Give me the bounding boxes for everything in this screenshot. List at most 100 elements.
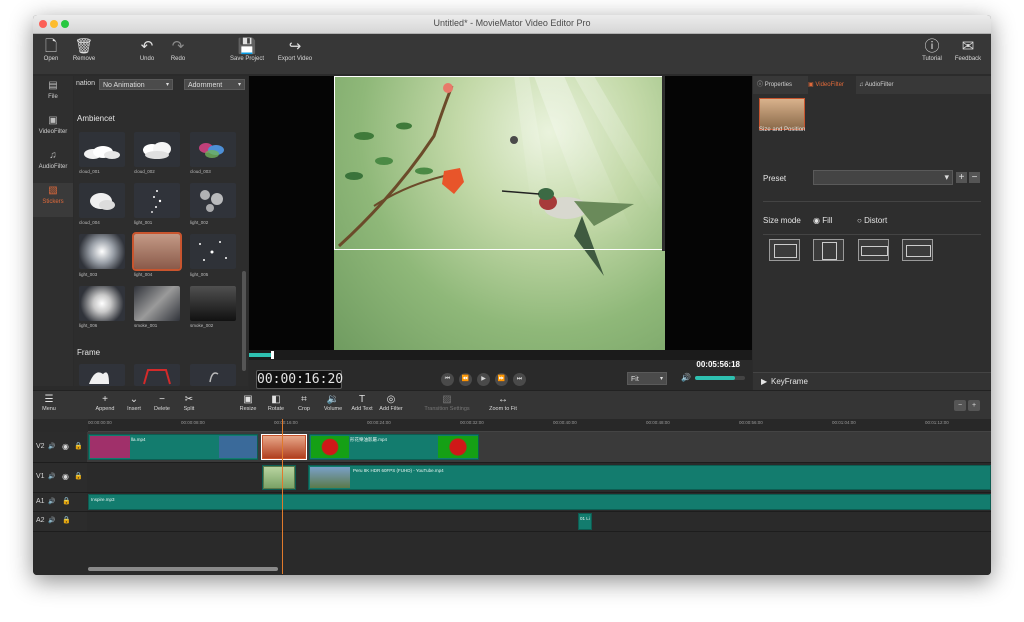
sticker-thumb[interactable] bbox=[134, 132, 180, 167]
zoom-select[interactable]: Fit ▾ bbox=[627, 372, 667, 385]
sticker-thumb[interactable] bbox=[79, 132, 125, 167]
tab-properties-audiofilter[interactable]: ♫ AudioFilter bbox=[859, 76, 909, 94]
sticker-thumb[interactable] bbox=[134, 183, 180, 218]
tab-videofilter[interactable]: ▣ VideoFilter bbox=[33, 113, 73, 147]
crop-button[interactable]: ⌗ Crop bbox=[295, 394, 313, 412]
category-select[interactable]: Adornment ▾ bbox=[184, 79, 245, 90]
fill-frame-button[interactable] bbox=[858, 239, 889, 261]
rotate-button[interactable]: ◧ Rotate bbox=[265, 394, 287, 412]
timeline-clip-selected[interactable] bbox=[261, 434, 307, 460]
timecode-field[interactable]: 00:00:16:20 bbox=[256, 370, 343, 389]
sticker-thumb[interactable] bbox=[190, 286, 236, 321]
timeline-clip[interactable]: 形花樂油影屬.mp4 bbox=[309, 434, 479, 460]
speaker-icon: 🔉 bbox=[326, 394, 340, 405]
open-button[interactable]: 🗋 Open bbox=[39, 38, 63, 62]
keyframe-bar[interactable]: ▶ KeyFrame bbox=[753, 372, 991, 391]
lock-icon[interactable]: 🔒 bbox=[74, 442, 83, 450]
append-button[interactable]: + Append bbox=[93, 394, 117, 412]
timeline-clip[interactable]: Peru 8K HDR 60FPS (FUHD) - YouTube.mp4 bbox=[308, 465, 991, 490]
add-text-button[interactable]: T Add Text bbox=[349, 394, 375, 412]
export-video-button[interactable]: ↪ Export Video bbox=[275, 38, 315, 62]
sticker-thumb[interactable] bbox=[134, 364, 180, 386]
lock-icon[interactable]: 🔒 bbox=[74, 472, 83, 480]
tab-audiofilter[interactable]: ♫ AudioFilter bbox=[33, 148, 73, 182]
speaker-icon[interactable]: 🔊 bbox=[48, 443, 55, 450]
add-filter-button[interactable]: ◎ Add Filter bbox=[377, 394, 405, 412]
lock-icon[interactable]: 🔒 bbox=[62, 516, 71, 524]
skip-start-button[interactable]: ⏮ bbox=[441, 373, 454, 386]
tab-properties-videofilter[interactable]: ▣ VideoFilter bbox=[808, 76, 856, 94]
timeline-ruler[interactable]: 00:00:00:00 00:00:08:00 00:00:16:00 00:0… bbox=[88, 419, 991, 432]
tutorial-button[interactable]: ⓘ Tutorial bbox=[917, 38, 947, 62]
tab-file[interactable]: ▤ File bbox=[33, 78, 73, 112]
music-note-icon: ♫ bbox=[859, 82, 864, 88]
sticker-thumb[interactable] bbox=[79, 183, 125, 218]
timeline-clip[interactable] bbox=[262, 465, 296, 490]
sticker-thumb[interactable] bbox=[79, 364, 125, 386]
add-preset-button[interactable]: + bbox=[956, 172, 967, 183]
zoom-to-fit-button[interactable]: ↔ Zoom to Fit bbox=[485, 394, 521, 412]
sticker-thumb[interactable] bbox=[190, 132, 236, 167]
split-button[interactable]: ✂ Split bbox=[179, 394, 199, 412]
tab-stickers[interactable]: ▧ Stickers bbox=[33, 183, 73, 217]
redo-label: Redo bbox=[170, 56, 186, 62]
eye-icon[interactable]: ◉ bbox=[62, 442, 69, 451]
undo-button[interactable]: ↶ Undo bbox=[135, 38, 159, 62]
distort-radio[interactable]: ○ Distort bbox=[857, 216, 887, 225]
tab-properties-videofilter-label: VideoFilter bbox=[815, 82, 844, 88]
preview-progress-handle[interactable] bbox=[271, 351, 274, 359]
sticker-thumb[interactable] bbox=[190, 234, 236, 269]
rewind-button[interactable]: ⏪ bbox=[459, 373, 472, 386]
insert-button[interactable]: ⌄ Insert bbox=[123, 394, 145, 412]
timeline-clip[interactable]: lla.mp4 bbox=[88, 434, 258, 460]
zoom-in-button[interactable]: + bbox=[968, 400, 980, 411]
playhead[interactable] bbox=[282, 419, 283, 574]
timeline-scrollbar[interactable] bbox=[88, 567, 278, 571]
sticker-thumb[interactable] bbox=[79, 286, 125, 321]
volume-button[interactable]: 🔉 Volume bbox=[321, 394, 345, 412]
save-project-button[interactable]: 💾 Save Project bbox=[227, 38, 267, 62]
redo-button[interactable]: ↷ Redo bbox=[166, 38, 190, 62]
sticker-thumb[interactable] bbox=[190, 183, 236, 218]
speaker-icon[interactable]: 🔊 bbox=[48, 473, 55, 480]
sticker-thumb[interactable] bbox=[190, 364, 236, 386]
eye-icon[interactable]: ◉ bbox=[62, 472, 69, 481]
animation-select[interactable]: No Animation ▾ bbox=[99, 79, 173, 90]
filter-thumbnail[interactable] bbox=[759, 98, 805, 130]
selection-box[interactable] bbox=[334, 76, 665, 250]
timeline-clip[interactable]: Inspire.mp3 bbox=[88, 494, 991, 510]
zoom-out-button[interactable]: − bbox=[954, 400, 966, 411]
fit-width-button[interactable] bbox=[769, 239, 800, 261]
stretch-button[interactable] bbox=[902, 239, 933, 261]
timeline-clip[interactable]: 01 Li bbox=[578, 513, 592, 530]
feedback-button[interactable]: ✉ Feedback bbox=[951, 38, 985, 62]
menu-button[interactable]: ☰ Menu bbox=[39, 394, 59, 412]
tab-properties[interactable]: ⓘ Properties bbox=[757, 76, 805, 94]
video-preview bbox=[249, 76, 752, 360]
speaker-icon[interactable]: 🔊 bbox=[48, 498, 55, 505]
sticker-thumb[interactable] bbox=[134, 286, 180, 321]
skip-end-button[interactable]: ⏭ bbox=[513, 373, 526, 386]
export-icon: ↪ bbox=[288, 38, 302, 55]
delete-button[interactable]: − Delete bbox=[151, 394, 173, 412]
preset-select[interactable]: ▾ bbox=[813, 170, 953, 185]
forward-button[interactable]: ⏩ bbox=[495, 373, 508, 386]
speaker-icon[interactable]: 🔊 bbox=[48, 517, 55, 524]
resize-button[interactable]: ▣ Resize bbox=[236, 394, 260, 412]
track-v1: V1 🔊 ◉ 🔒 Peru 8K HDR 60FPS (FUHD) - YouT… bbox=[33, 463, 991, 493]
fill-radio[interactable]: ◉ Fill bbox=[813, 216, 832, 225]
remove-preset-button[interactable]: − bbox=[969, 172, 980, 183]
preview-progress-track[interactable] bbox=[249, 350, 752, 360]
transition-settings-button[interactable]: ▨ Transition Settings bbox=[420, 394, 474, 412]
fit-height-button[interactable] bbox=[813, 239, 844, 261]
browser-scrollbar[interactable] bbox=[242, 271, 246, 371]
undo-label: Undo bbox=[139, 56, 155, 62]
sticker-thumb-selected[interactable] bbox=[132, 232, 182, 271]
volume-slider[interactable] bbox=[695, 376, 745, 380]
sticker-thumb[interactable] bbox=[79, 234, 125, 269]
transition-icon: ▨ bbox=[442, 394, 452, 405]
play-button[interactable]: ▶ bbox=[477, 373, 490, 386]
lock-icon[interactable]: 🔒 bbox=[62, 497, 71, 505]
remove-button[interactable]: 🗑 Remove bbox=[71, 38, 97, 62]
trash-icon: 🗑 bbox=[74, 38, 94, 55]
